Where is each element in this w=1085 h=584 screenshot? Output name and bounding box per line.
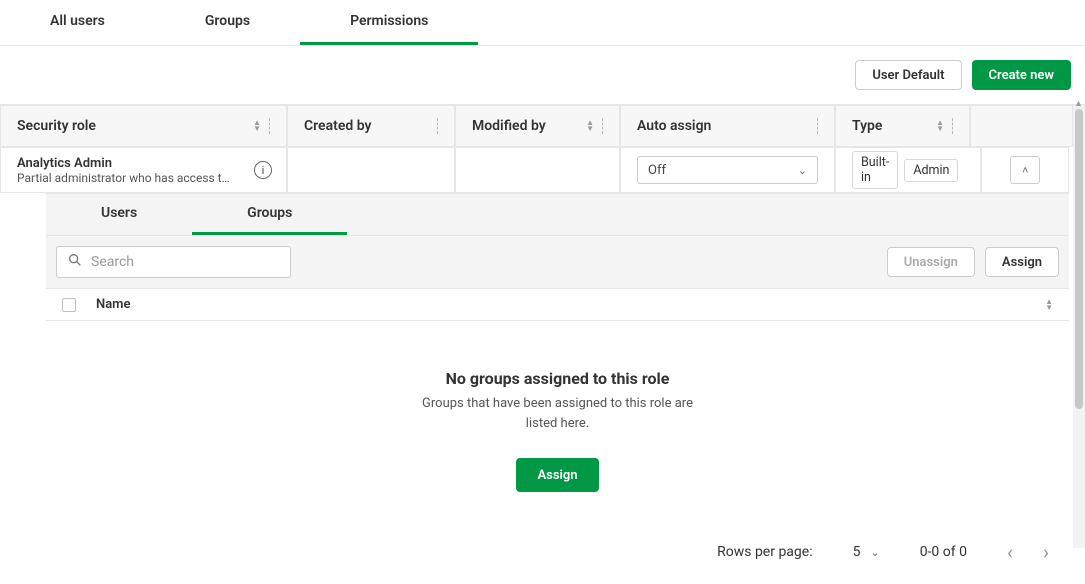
role-description: Partial administrator who has access t… [17,171,230,185]
sub-tab-users[interactable]: Users [46,194,192,235]
cell-modified-by [455,147,620,193]
role-title: Analytics Admin [17,156,112,171]
dropdown-value: Off [648,163,666,178]
select-all-checkbox[interactable] [62,298,76,312]
rows-per-page-label: Rows per page: [717,544,812,560]
collapse-button[interactable]: ˄ [1010,156,1040,184]
empty-title: No groups assigned to this role [446,369,670,388]
cell-type: Built-in Admin [835,147,981,193]
unassign-button[interactable]: Unassign [887,247,975,277]
empty-description: Groups that have been assigned to this r… [408,394,708,434]
pagination: Rows per page: 5 ⌄ 0-0 of 0 ‹ › [46,522,1069,584]
column-resize-handle[interactable] [817,118,818,134]
detail-sub-tabs: Users Groups [46,194,1069,236]
cell-auto-assign: Off ⌄ [620,147,835,193]
search-icon [67,252,83,272]
search-box[interactable] [56,246,291,278]
vertical-scrollbar[interactable]: ▲ [1073,105,1085,548]
next-page-button[interactable]: › [1043,540,1049,564]
chevron-down-icon: ⌄ [798,164,807,177]
name-header-label: Name [96,297,130,312]
sort-icon[interactable]: ▲▼ [253,120,261,132]
cell-security-role: Analytics Admin Partial administrator wh… [0,147,287,193]
column-header-label: Auto assign [637,118,711,134]
sub-tab-groups[interactable]: Groups [192,194,347,235]
info-icon[interactable]: i [254,161,272,179]
type-tag-builtin: Built-in [852,151,898,189]
tab-permissions[interactable]: Permissions [300,0,478,45]
create-new-button[interactable]: Create new [972,60,1071,90]
column-header-security-role[interactable]: Security role ▲▼ [0,105,287,147]
auto-assign-dropdown[interactable]: Off ⌄ [637,156,818,184]
detail-toolbar: Unassign Assign [46,236,1069,289]
column-header-label: Created by [304,118,371,134]
role-table-row[interactable]: Analytics Admin Partial administrator wh… [0,147,1069,193]
column-header-modified-by[interactable]: Modified by ▲▼ [455,105,620,147]
type-tag-admin: Admin [904,159,958,182]
rows-per-page-select[interactable]: 5 ⌄ [853,544,880,560]
column-resize-handle[interactable] [269,118,270,134]
empty-assign-button[interactable]: Assign [516,458,598,492]
name-column-header[interactable]: Name ▲▼ [46,289,1069,321]
column-resize-handle[interactable] [437,118,438,134]
user-default-button[interactable]: User Default [855,60,961,90]
chevron-down-icon: ⌄ [870,546,879,559]
column-header-type[interactable]: Type ▲▼ [835,105,970,147]
scroll-up-arrow-icon: ▲ [1074,98,1083,109]
sort-icon[interactable]: ▲▼ [586,120,594,132]
page-range: 0-0 of 0 [920,544,967,560]
column-header-label: Type [852,118,882,134]
role-detail-panel: Users Groups Unassign Assign [46,193,1069,584]
tab-groups[interactable]: Groups [155,0,300,45]
column-header-label: Modified by [472,118,546,134]
search-input[interactable] [91,254,280,270]
column-header-created-by[interactable]: Created by [287,105,455,147]
main-area: Security role ▲▼ Created by Modified by [0,105,1085,584]
column-header-label: Security role [17,118,96,134]
sort-icon[interactable]: ▲▼ [1045,299,1053,311]
cell-expand: ˄ [981,147,1069,193]
assign-button[interactable]: Assign [985,247,1059,277]
top-tabs: All users Groups Permissions [0,0,1085,46]
prev-page-button[interactable]: ‹ [1007,540,1013,564]
role-table-header: Security role ▲▼ Created by Modified by [0,105,1073,147]
chevron-up-icon: ˄ [1022,164,1028,177]
column-resize-handle[interactable] [602,118,603,134]
cell-created-by [287,147,455,193]
column-header-expand [970,105,1073,147]
sort-icon[interactable]: ▲▼ [936,120,944,132]
column-resize-handle[interactable] [952,118,953,134]
vertical-scrollbar-thumb[interactable] [1075,109,1083,409]
action-bar: User Default Create new [0,46,1085,105]
rows-per-page-value: 5 [853,544,861,560]
empty-state: No groups assigned to this role Groups t… [46,321,1069,522]
tab-all-users[interactable]: All users [0,0,155,45]
main-inner: Security role ▲▼ Created by Modified by [0,105,1085,584]
column-header-auto-assign[interactable]: Auto assign [620,105,835,147]
